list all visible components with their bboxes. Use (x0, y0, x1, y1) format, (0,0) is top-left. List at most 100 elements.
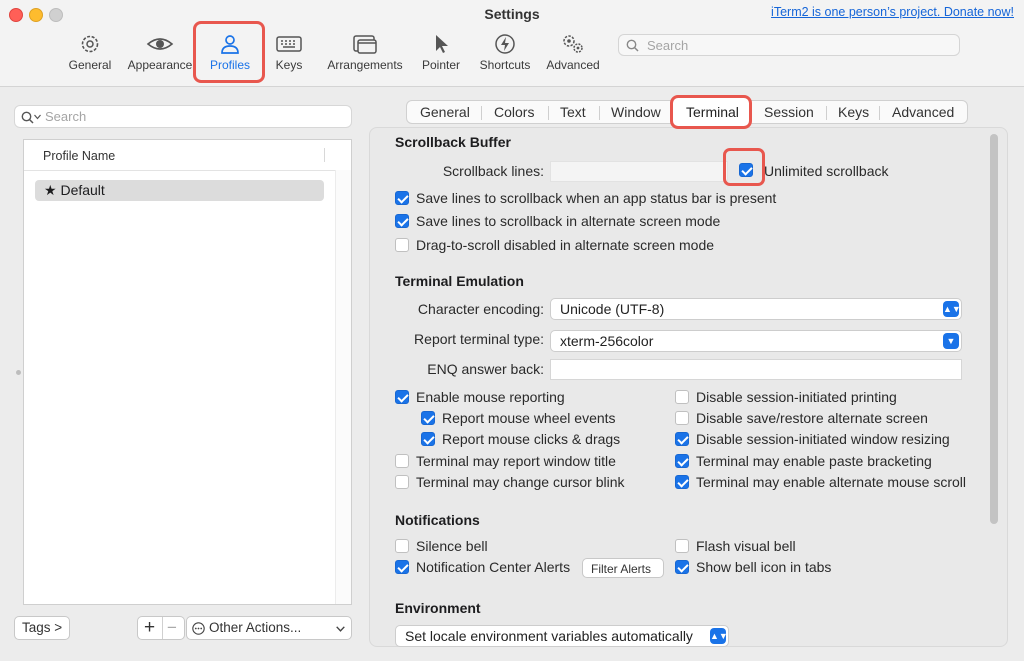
donate-link[interactable]: iTerm2 is one person’s project. Donate n… (771, 5, 1014, 19)
profiles-highlight (193, 21, 265, 83)
window-stack-icon (353, 35, 377, 54)
button-divider (162, 617, 163, 639)
other-actions-menu[interactable]: Other Actions... (186, 616, 352, 640)
filter-alerts-label: Filter Alerts (591, 562, 652, 576)
alternate-mouse-scroll-label: Terminal may enable alternate mouse scro… (696, 474, 967, 490)
split-view-handle[interactable] (16, 370, 21, 375)
chevron-down-icon: ▼ (943, 333, 959, 349)
toolbar-label: Advanced (546, 58, 600, 72)
locale-environment-select[interactable]: Set locale environment variables automat… (395, 625, 729, 647)
tab-separator (826, 106, 827, 120)
filter-alerts-button[interactable]: Filter Alerts (582, 558, 664, 578)
silence-bell-checkbox[interactable] (395, 539, 409, 553)
profile-search[interactable] (14, 105, 352, 128)
column-separator (324, 148, 325, 162)
settings-search-input[interactable] (645, 37, 949, 54)
character-encoding-label: Character encoding: (417, 301, 544, 317)
tags-button[interactable]: Tags > (14, 616, 70, 640)
silence-bell-label: Silence bell (416, 538, 488, 554)
enq-answer-back-field[interactable] (550, 359, 962, 380)
disable-printing-checkbox[interactable] (675, 390, 689, 404)
section-environment: Environment (395, 600, 481, 616)
tab-keys[interactable]: Keys (838, 104, 869, 120)
disable-save-restore-label: Disable save/restore alternate screen (696, 410, 928, 426)
enable-mouse-reporting-label: Enable mouse reporting (416, 389, 565, 405)
report-terminal-type-combo[interactable]: xterm-256color ▼ (550, 330, 962, 352)
notification-center-alerts-checkbox[interactable] (395, 560, 409, 574)
drag-to-scroll-label: Drag-to-scroll disabled in alternate scr… (416, 237, 715, 253)
change-cursor-blink-checkbox[interactable] (395, 475, 409, 489)
bell-icon-tabs-label: Show bell icon in tabs (696, 559, 832, 575)
toolbar-pointer[interactable]: Pointer (420, 32, 462, 80)
add-remove-control: + − (137, 616, 185, 640)
disable-window-resizing-checkbox[interactable] (675, 432, 689, 446)
tab-text[interactable]: Text (560, 104, 586, 120)
enable-mouse-reporting-checkbox[interactable] (395, 390, 409, 404)
toolbar-shortcuts[interactable]: Shortcuts (476, 32, 534, 80)
profile-row-label: ★ Default (44, 182, 105, 199)
settings-search[interactable] (618, 34, 960, 56)
locale-environment-value: Set locale environment variables automat… (405, 628, 693, 644)
profile-row-default[interactable]: ★ Default (35, 180, 324, 201)
enq-answer-back-label: ENQ answer back: (427, 361, 544, 377)
tab-window[interactable]: Window (611, 104, 661, 120)
toolbar-label: General (68, 58, 112, 72)
add-profile-button[interactable]: + (144, 617, 155, 639)
bell-icon-tabs-checkbox[interactable] (675, 560, 689, 574)
unlimited-scrollback-checkbox[interactable] (739, 163, 753, 177)
report-window-title-label: Terminal may report window title (416, 453, 616, 469)
column-header-profile-name: Profile Name (43, 149, 116, 163)
toolbar-keys[interactable]: Keys (270, 32, 308, 80)
tab-colors[interactable]: Colors (494, 104, 534, 120)
toolbar-appearance[interactable]: Appearance (125, 32, 195, 80)
panel-scrollbar-thumb[interactable] (990, 134, 998, 524)
flash-visual-bell-checkbox[interactable] (675, 539, 689, 553)
chevron-down-icon (34, 114, 41, 120)
tab-separator (481, 106, 482, 120)
ellipsis-icon (192, 622, 205, 635)
section-notifications: Notifications (395, 512, 480, 528)
settings-window: Settings iTerm2 is one person’s project.… (0, 0, 1024, 661)
character-encoding-select[interactable]: Unicode (UTF-8) ▲▼ (550, 298, 962, 320)
section-terminal-emulation: Terminal Emulation (395, 273, 524, 289)
disable-save-restore-checkbox[interactable] (675, 411, 689, 425)
section-scrollback-buffer: Scrollback Buffer (395, 134, 511, 150)
change-cursor-blink-label: Terminal may change cursor blink (416, 474, 625, 490)
tab-general[interactable]: General (420, 104, 470, 120)
save-lines-status-bar-checkbox[interactable] (395, 191, 409, 205)
tab-terminal[interactable]: Terminal (670, 95, 752, 129)
eye-icon (146, 38, 174, 50)
paste-bracketing-checkbox[interactable] (675, 454, 689, 468)
notification-center-alerts-label: Notification Center Alerts (416, 559, 571, 575)
report-mouse-clicks-label: Report mouse clicks & drags (442, 431, 621, 447)
report-window-title-checkbox[interactable] (395, 454, 409, 468)
updown-chevron-icon: ▲▼ (710, 628, 728, 644)
chevron-down-icon (336, 626, 345, 632)
search-icon (21, 111, 34, 124)
report-terminal-type-value: xterm-256color (560, 333, 654, 349)
toolbar-general[interactable]: General (64, 32, 116, 80)
toolbar-advanced[interactable]: Advanced (544, 32, 602, 80)
profiles-scrollbar[interactable] (335, 170, 351, 604)
report-mouse-wheel-checkbox[interactable] (421, 411, 435, 425)
alternate-mouse-scroll-checkbox[interactable] (675, 475, 689, 489)
tab-session[interactable]: Session (764, 104, 814, 120)
profiles-table: Profile Name ★ Default (23, 139, 352, 605)
report-mouse-clicks-checkbox[interactable] (421, 432, 435, 446)
gear-icon (81, 35, 99, 53)
toolbar-label: Pointer (421, 58, 461, 72)
save-lines-status-bar-label: Save lines to scrollback when an app sta… (416, 190, 777, 206)
drag-to-scroll-checkbox[interactable] (395, 238, 409, 252)
tab-advanced[interactable]: Advanced (892, 104, 954, 120)
toolbar-arrangements[interactable]: Arrangements (325, 32, 405, 80)
remove-profile-button[interactable]: − (167, 618, 177, 638)
profiles-table-header[interactable]: Profile Name (24, 140, 351, 171)
disable-window-resizing-label: Disable session-initiated window resizin… (696, 431, 950, 447)
other-actions-label: Other Actions... (209, 620, 302, 635)
keyboard-icon (276, 36, 302, 52)
profile-search-input[interactable] (43, 108, 347, 125)
save-lines-alternate-label: Save lines to scrollback in alternate sc… (416, 213, 721, 229)
save-lines-alternate-checkbox[interactable] (395, 214, 409, 228)
character-encoding-value: Unicode (UTF-8) (560, 301, 665, 317)
tab-separator (879, 106, 880, 120)
